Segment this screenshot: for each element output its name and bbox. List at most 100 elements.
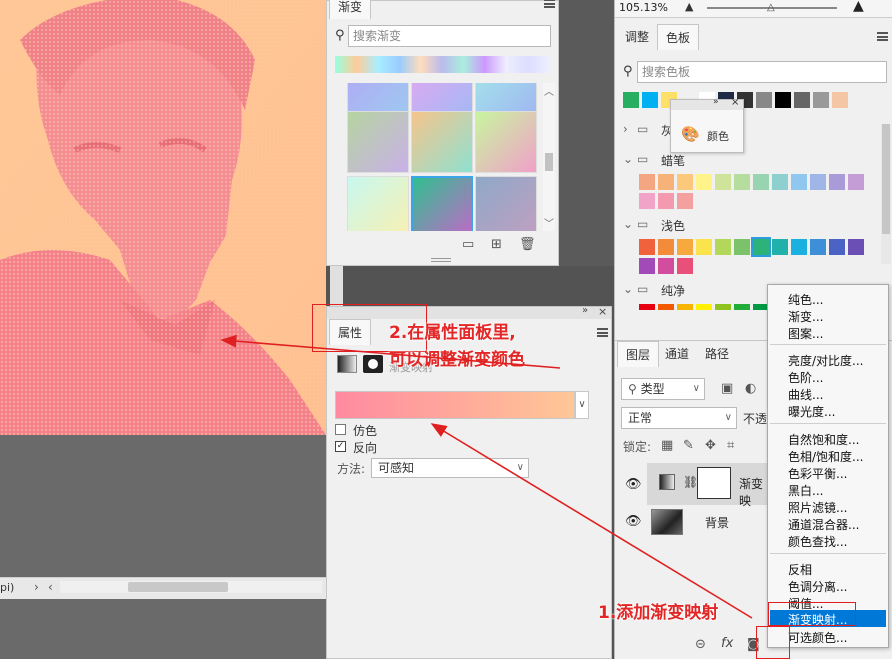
zoom-out-mountain-icon[interactable]: ▲ — [685, 0, 693, 13]
lock-artboard-icon[interactable]: ⌗ — [727, 439, 734, 452]
zoom-percent[interactable]: 105.13% — [619, 1, 668, 14]
link-layers-icon[interactable]: ⊝ — [695, 638, 706, 651]
layer-row[interactable]: 背景 — [647, 505, 767, 539]
tab-gradients[interactable]: 渐变 — [329, 0, 372, 19]
close-icon[interactable]: × — [598, 305, 607, 318]
color-swatch[interactable] — [696, 304, 712, 310]
chevron-down-icon[interactable]: ⌄ — [623, 282, 633, 296]
chevron-down-icon[interactable]: ⌄ — [623, 217, 633, 231]
color-swatch[interactable] — [658, 258, 674, 274]
menu-item-posterize[interactable]: 色调分离... — [788, 578, 847, 595]
tab-channels[interactable]: 通道 — [657, 341, 697, 367]
color-swatch[interactable] — [677, 258, 693, 274]
color-swatch[interactable] — [677, 239, 693, 255]
gradient-dropdown-chevron-icon[interactable]: ∨ — [575, 391, 589, 419]
tab-adjustments[interactable]: 调整 — [617, 24, 657, 50]
color-swatch[interactable] — [639, 258, 655, 274]
tab-paths[interactable]: 路径 — [697, 341, 737, 367]
swatches-scrollbar[interactable] — [881, 124, 891, 264]
menu-item-black-white[interactable]: 黑白... — [788, 482, 823, 499]
color-swatch[interactable] — [791, 239, 807, 255]
palette-icon[interactable]: 🎨 — [681, 125, 700, 143]
color-swatch[interactable] — [639, 174, 655, 190]
chevron-right-icon[interactable]: › — [623, 122, 628, 136]
folder-icon[interactable]: ▭ — [462, 238, 474, 251]
gradient-thumbnail[interactable] — [347, 111, 409, 173]
collapse-icon[interactable]: » — [713, 97, 719, 107]
zoom-in-mountain-icon[interactable]: ▲ — [853, 0, 864, 14]
trash-icon[interactable]: 🗑 — [519, 238, 536, 251]
layer-row-selected[interactable]: ⛓ 渐变映 — [647, 463, 767, 508]
gradient-thumbnail[interactable] — [347, 83, 409, 113]
image-filter-icon[interactable]: ▣ — [721, 382, 733, 395]
swatch-group-light[interactable]: 浅色 — [661, 217, 685, 234]
chevron-down-icon[interactable]: ⌄ — [623, 152, 633, 166]
lock-pixels-brush-icon[interactable]: ✎ — [683, 439, 694, 452]
color-swatch[interactable] — [810, 174, 826, 190]
color-swatch[interactable] — [829, 174, 845, 190]
color-swatch[interactable] — [639, 193, 655, 209]
menu-item-exposure[interactable]: 曝光度... — [788, 403, 835, 420]
chevron-left-icon[interactable]: ‹ — [48, 580, 53, 594]
color-swatch[interactable] — [756, 92, 772, 108]
menu-item-solid-color[interactable]: 纯色... — [788, 291, 823, 308]
gradient-thumbnail[interactable] — [475, 111, 537, 173]
tab-layers[interactable]: 图层 — [617, 341, 660, 367]
collapse-icon[interactable]: » — [582, 305, 588, 316]
color-swatch[interactable] — [772, 239, 788, 255]
color-swatch[interactable] — [848, 174, 864, 190]
gradient-thumbnail-selected[interactable] — [411, 176, 473, 231]
swatch-search-input[interactable]: 搜索色板 — [637, 61, 887, 83]
adjustment-filter-icon[interactable]: ◐ — [745, 382, 756, 395]
gradient-thumbnail[interactable] — [347, 176, 409, 231]
layer-filter-select[interactable]: ⚲ 类型 ∨ — [621, 378, 705, 400]
color-swatch[interactable] — [715, 304, 731, 310]
color-swatch[interactable] — [751, 237, 771, 257]
color-swatch[interactable] — [791, 174, 807, 190]
menu-item-levels[interactable]: 色阶... — [788, 369, 823, 386]
swatch-group-pastel[interactable]: 蜡笔 — [661, 152, 685, 169]
color-swatch[interactable] — [775, 92, 791, 108]
menu-item-channel-mixer[interactable]: 通道混合器... — [788, 516, 859, 533]
menu-item-vibrance[interactable]: 自然饱和度... — [788, 431, 859, 448]
fx-icon[interactable]: fx — [721, 636, 733, 651]
color-swatch[interactable] — [813, 92, 829, 108]
color-swatch[interactable] — [832, 92, 848, 108]
color-swatch[interactable] — [623, 92, 639, 108]
color-swatch[interactable] — [658, 239, 674, 255]
method-select[interactable]: 可感知 ∨ — [371, 458, 529, 478]
color-swatch[interactable] — [658, 174, 674, 190]
color-swatch[interactable] — [677, 174, 693, 190]
color-swatch[interactable] — [677, 304, 693, 310]
horizontal-scroll-thumb[interactable] — [128, 582, 228, 592]
menu-item-gradient[interactable]: 渐变... — [788, 308, 823, 325]
menu-item-curves[interactable]: 曲线... — [788, 386, 823, 403]
color-swatch[interactable] — [772, 174, 788, 190]
menu-item-brightness-contrast[interactable]: 亮度/对比度... — [788, 352, 864, 369]
color-swatch[interactable] — [715, 174, 731, 190]
menu-item-hue-saturation[interactable]: 色相/饱和度... — [788, 448, 864, 465]
color-swatch[interactable] — [734, 239, 750, 255]
color-swatch[interactable] — [715, 239, 731, 255]
new-gradient-icon[interactable]: ⊞ — [491, 238, 502, 251]
layer-link-icon[interactable]: ⛓ — [683, 475, 698, 489]
menu-item-color-balance[interactable]: 色彩平衡... — [788, 465, 847, 482]
color-swatch[interactable] — [696, 239, 712, 255]
blend-mode-select[interactable]: 正常 ∨ — [621, 407, 737, 429]
color-swatch[interactable] — [734, 174, 750, 190]
color-panel-label[interactable]: 颜色 — [707, 128, 729, 144]
visibility-eye-icon[interactable]: 👁 — [625, 477, 642, 492]
color-swatch[interactable] — [639, 239, 655, 255]
color-swatch[interactable] — [794, 92, 810, 108]
mask-icon[interactable] — [363, 355, 383, 373]
close-icon[interactable]: × — [731, 97, 739, 108]
color-swatch[interactable] — [810, 239, 826, 255]
menu-item-invert[interactable]: 反相 — [788, 561, 812, 578]
panel-menu-icon[interactable] — [877, 32, 888, 41]
chevron-right-icon[interactable]: › — [34, 580, 39, 594]
gradient-thumbnail[interactable] — [411, 111, 473, 173]
color-swatch[interactable] — [639, 304, 655, 310]
vertical-scrollbar[interactable]: ︿ ﹀ — [543, 83, 555, 231]
menu-item-pattern[interactable]: 图案... — [788, 325, 823, 342]
reverse-checkbox-checked[interactable]: ✓ — [335, 441, 346, 452]
